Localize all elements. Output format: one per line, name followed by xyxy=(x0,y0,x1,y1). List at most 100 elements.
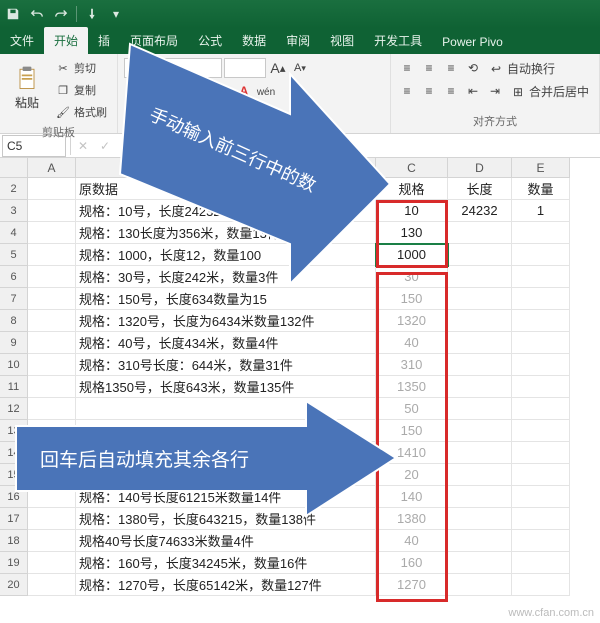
indent-inc-button[interactable]: ⇥ xyxy=(485,81,505,101)
cell[interactable]: 规格：310号长度：644米，数量31件 xyxy=(76,354,376,376)
row-head[interactable]: 5 xyxy=(0,244,28,266)
cell[interactable]: 1000 xyxy=(376,244,448,266)
cell[interactable]: 长度 xyxy=(448,178,512,200)
cell[interactable]: 规格：30号，长度242米，数量3件 xyxy=(76,266,376,288)
cell[interactable] xyxy=(448,508,512,530)
row-head[interactable]: 7 xyxy=(0,288,28,310)
cell[interactable] xyxy=(512,530,570,552)
col-head-a[interactable]: A xyxy=(28,158,76,178)
align-middle-button[interactable]: ≡ xyxy=(419,58,439,78)
align-left-button[interactable]: ≡ xyxy=(397,81,417,101)
col-head-c[interactable]: C xyxy=(376,158,448,178)
row-head[interactable]: 2 xyxy=(0,178,28,200)
cell[interactable] xyxy=(448,530,512,552)
row-head[interactable]: 8 xyxy=(0,310,28,332)
cell[interactable]: 1410 xyxy=(376,442,448,464)
border-button[interactable] xyxy=(190,82,210,102)
cell[interactable]: 1350 xyxy=(376,376,448,398)
tab-formulas[interactable]: 公式 xyxy=(188,27,232,54)
cell[interactable]: 规格1350号，长度643米，数量135件 xyxy=(76,376,376,398)
cell[interactable] xyxy=(512,420,570,442)
row-head[interactable]: 20 xyxy=(0,574,28,596)
row-head[interactable]: 9 xyxy=(0,332,28,354)
cell[interactable]: 规格：10号，长度24232米，数量1 xyxy=(76,200,376,222)
cell[interactable] xyxy=(28,574,76,596)
cell[interactable] xyxy=(28,178,76,200)
tab-powerpivot[interactable]: Power Pivo xyxy=(432,30,513,54)
redo-icon[interactable] xyxy=(52,5,70,23)
cell[interactable] xyxy=(28,508,76,530)
col-head-d[interactable]: D xyxy=(448,158,512,178)
cell[interactable] xyxy=(28,200,76,222)
cell[interactable] xyxy=(512,442,570,464)
tab-file[interactable]: 文件 xyxy=(0,27,44,54)
tab-developer[interactable]: 开发工具 xyxy=(364,27,432,54)
align-bottom-button[interactable]: ≡ xyxy=(441,58,461,78)
cell[interactable] xyxy=(28,266,76,288)
cell[interactable]: 规格：1320号，长度为6434米数量132件 xyxy=(76,310,376,332)
tab-home[interactable]: 开始 xyxy=(44,27,88,54)
fx-icon[interactable]: fx xyxy=(119,138,135,154)
cell[interactable]: 规格：1000，长度12，数量100 xyxy=(76,244,376,266)
cell[interactable]: 10 xyxy=(376,200,448,222)
cell[interactable] xyxy=(512,552,570,574)
cell[interactable] xyxy=(512,354,570,376)
cell[interactable] xyxy=(28,420,76,442)
cell[interactable] xyxy=(28,552,76,574)
cell[interactable] xyxy=(512,486,570,508)
cell[interactable] xyxy=(76,442,376,464)
row-head[interactable]: 13 xyxy=(0,420,28,442)
cell[interactable] xyxy=(448,222,512,244)
cell[interactable]: 1270 xyxy=(376,574,448,596)
row-head[interactable]: 3 xyxy=(0,200,28,222)
cell[interactable] xyxy=(448,442,512,464)
cell[interactable] xyxy=(76,398,376,420)
cell[interactable] xyxy=(28,332,76,354)
cell[interactable] xyxy=(512,574,570,596)
row-head[interactable]: 16 xyxy=(0,486,28,508)
cell[interactable]: 规格：40号，长度434米，数量4件 xyxy=(76,332,376,354)
tab-view[interactable]: 视图 xyxy=(320,27,364,54)
cell[interactable]: 150 xyxy=(376,420,448,442)
chevron-down-icon[interactable]: ▾ xyxy=(107,5,125,23)
cell[interactable] xyxy=(28,530,76,552)
cell[interactable] xyxy=(76,464,376,486)
align-top-button[interactable]: ≡ xyxy=(397,58,417,78)
cell[interactable] xyxy=(28,442,76,464)
cell[interactable]: 规格 xyxy=(376,178,448,200)
cell[interactable] xyxy=(28,310,76,332)
fill-color-button[interactable] xyxy=(212,82,232,102)
cell[interactable] xyxy=(76,420,376,442)
cell[interactable] xyxy=(512,244,570,266)
tab-review[interactable]: 审阅 xyxy=(276,27,320,54)
cell[interactable]: 40 xyxy=(376,332,448,354)
cell[interactable] xyxy=(28,398,76,420)
phonetic-button[interactable]: wén xyxy=(256,82,276,102)
cell[interactable] xyxy=(28,288,76,310)
cell[interactable]: 150 xyxy=(376,288,448,310)
cell[interactable] xyxy=(28,486,76,508)
font-size-select[interactable] xyxy=(224,58,266,78)
cell[interactable] xyxy=(448,332,512,354)
col-head-e[interactable]: E xyxy=(512,158,570,178)
cell[interactable]: 规格40号长度74633米数量4件 xyxy=(76,530,376,552)
cell[interactable] xyxy=(448,574,512,596)
cell[interactable] xyxy=(512,310,570,332)
row-head[interactable]: 10 xyxy=(0,354,28,376)
tab-data[interactable]: 数据 xyxy=(232,27,276,54)
cell[interactable]: 原数据 xyxy=(76,178,376,200)
cell[interactable]: 130 xyxy=(376,222,448,244)
row-head[interactable]: 14 xyxy=(0,442,28,464)
cell[interactable] xyxy=(448,420,512,442)
cell[interactable] xyxy=(28,354,76,376)
align-center-button[interactable]: ≡ xyxy=(419,81,439,101)
cell[interactable] xyxy=(28,244,76,266)
cell[interactable] xyxy=(28,464,76,486)
cell[interactable] xyxy=(512,288,570,310)
cell[interactable]: 160 xyxy=(376,552,448,574)
paste-button[interactable]: 粘贴 xyxy=(6,58,48,116)
grow-font-button[interactable]: A▴ xyxy=(268,58,288,78)
cell[interactable]: 规格：160号，长度34245米，数量16件 xyxy=(76,552,376,574)
wrap-text-button[interactable]: ↩自动换行 xyxy=(485,58,559,79)
cell[interactable] xyxy=(448,266,512,288)
